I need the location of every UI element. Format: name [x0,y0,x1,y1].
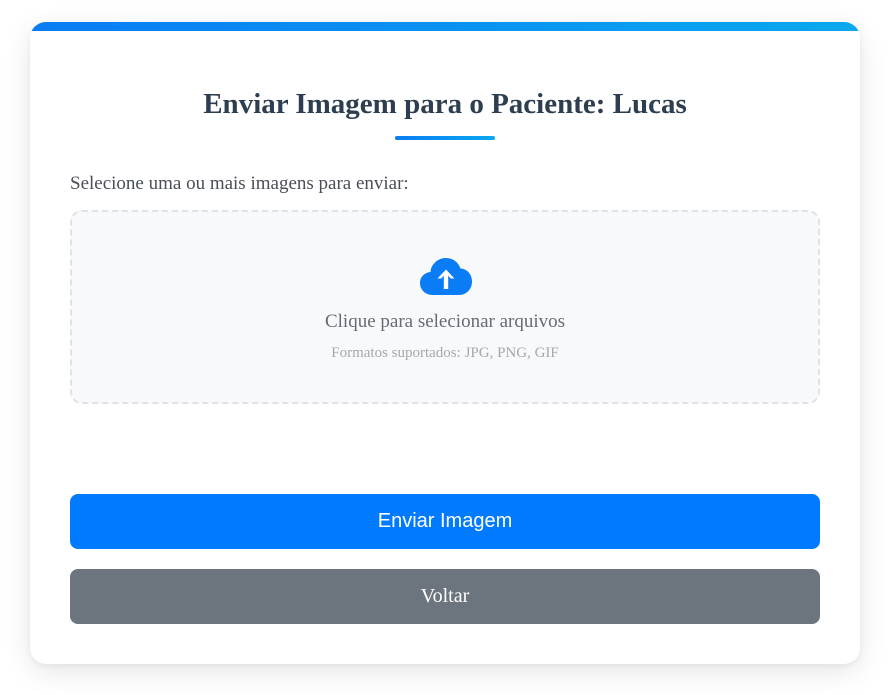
file-dropzone[interactable]: Clique para selecionar arquivos Formatos… [70,210,820,404]
send-image-button[interactable]: Enviar Imagem [70,494,820,549]
back-button[interactable]: Voltar [70,569,820,624]
title-underline [395,136,495,140]
upload-card: Enviar Imagem para o Paciente: Lucas Sel… [30,22,860,664]
dropzone-instruction: Clique para selecionar arquivos [324,311,566,332]
dropzone-formats: Formatos suportados: JPG, PNG, GIF [331,345,559,361]
page-title: Enviar Imagem para o Paciente: Lucas [203,88,687,120]
select-images-label: Selecione uma ou mais imagens para envia… [70,173,409,194]
cloud-upload-icon [420,258,472,295]
card-accent-bar [30,22,860,31]
